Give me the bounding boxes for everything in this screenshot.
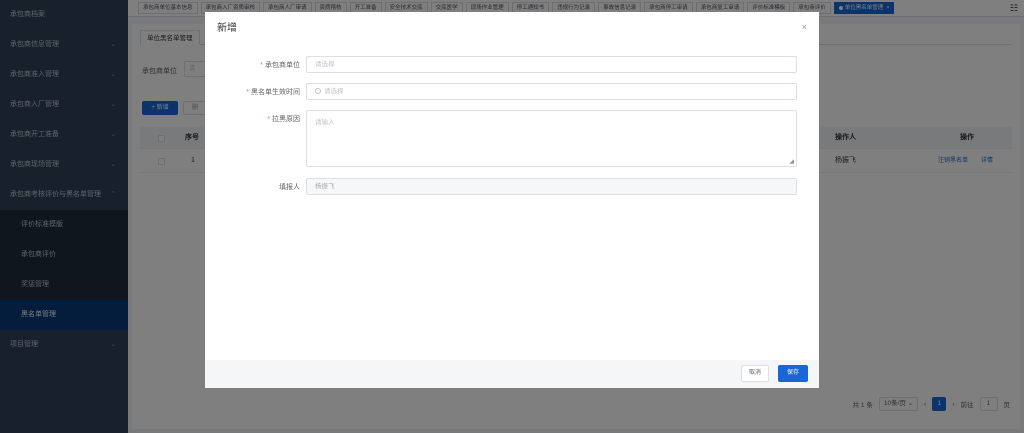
reason-field-label: * 拉黑原因 (205, 114, 300, 124)
reason-textarea[interactable]: 请输入 ◢ (306, 110, 797, 167)
label-text: 黑名单生效时间 (251, 89, 300, 96)
required-mark: * (246, 89, 249, 96)
required-mark: * (267, 116, 270, 123)
reporter-field: 杨振飞 (306, 178, 797, 195)
unit-field-label: * 承包商单位 (205, 60, 300, 70)
cancel-button[interactable]: 取消 (741, 365, 769, 382)
time-placeholder: 请选择 (324, 88, 344, 95)
close-icon[interactable]: × (802, 22, 807, 32)
add-dialog: 新增 × * 承包商单位 请选择 * 黑名单生效时间 请选择 * 拉黑原因 请输入 ◢ … (205, 12, 819, 388)
effective-time-picker[interactable]: 请选择 (306, 83, 797, 100)
save-button[interactable]: 保存 (778, 365, 808, 382)
required-mark: * (260, 62, 263, 69)
label-text: 拉黑原因 (272, 116, 300, 123)
effective-time-label: * 黑名单生效时间 (205, 87, 300, 97)
dialog-footer: 取消 保存 (205, 360, 819, 388)
unit-select[interactable]: 请选择 (306, 56, 797, 73)
label-text: 承包商单位 (265, 62, 300, 69)
resize-handle-icon[interactable]: ◢ (789, 158, 794, 165)
clock-icon (315, 88, 321, 94)
reporter-field-label: 填报人 (279, 184, 300, 191)
dialog-title: 新增 (217, 23, 237, 34)
reason-placeholder: 请输入 (315, 119, 335, 126)
